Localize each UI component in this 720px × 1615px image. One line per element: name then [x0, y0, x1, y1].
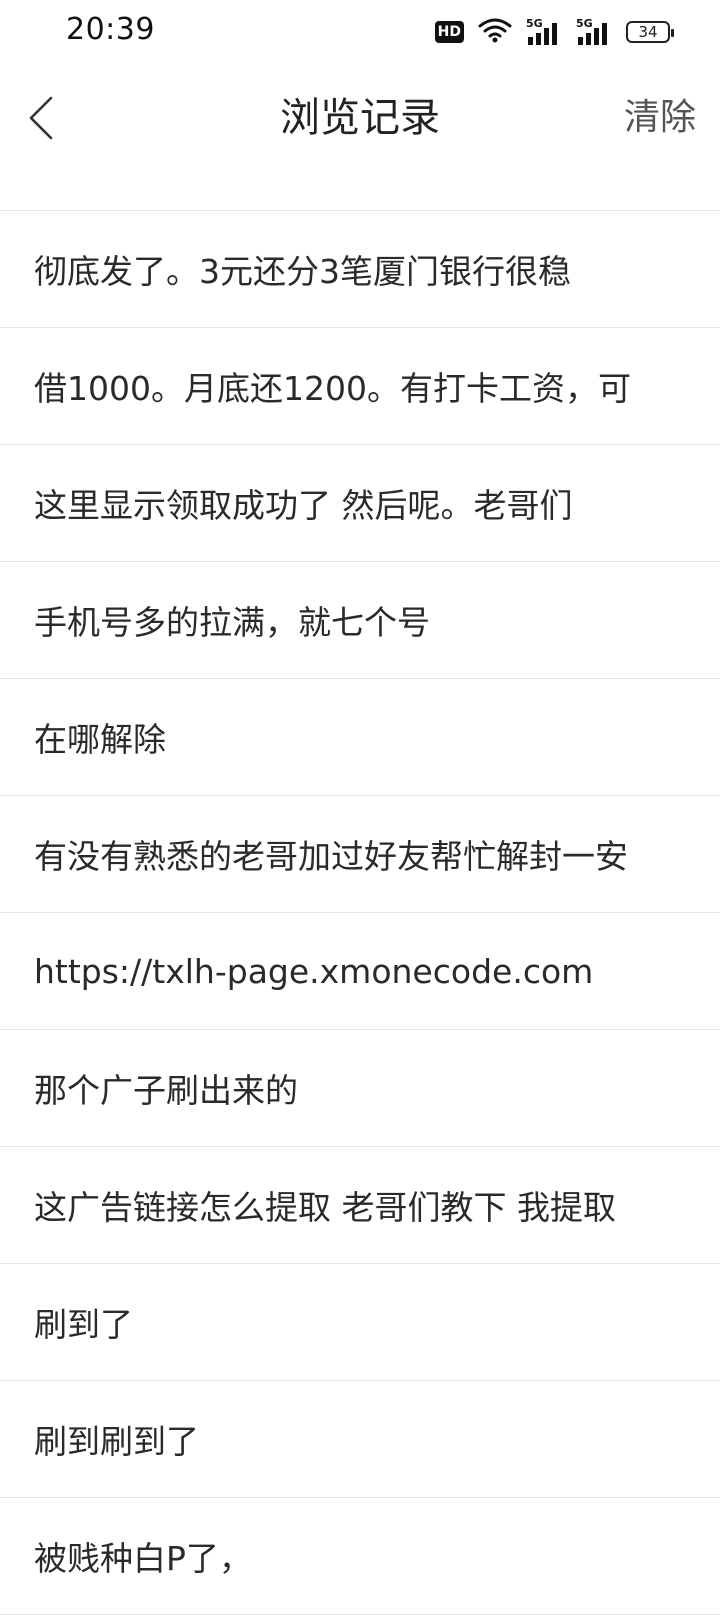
list-item[interactable]: 手机号多的拉满，就七个号	[0, 562, 720, 679]
list-item-text: 这广告链接怎么提取 老哥们教下 我提取	[34, 1188, 616, 1227]
list-item[interactable]: https://txlh-page.xmonecode.com	[0, 913, 720, 1030]
hd-voice-icon: HD	[434, 21, 464, 43]
list-item-text: 这里显示领取成功了 然后呢。老哥们	[34, 486, 573, 525]
list-item[interactable]: 那个广子刷出来的	[0, 1030, 720, 1147]
list-item[interactable]: 这广告链接怎么提取 老哥们教下 我提取	[0, 1147, 720, 1264]
list-item[interactable]: 这里显示领取成功了 然后呢。老哥们	[0, 445, 720, 562]
clear-button[interactable]: 清除	[624, 90, 696, 146]
list-item-text: 在哪解除	[34, 720, 166, 759]
list-item-text: 刷到了	[34, 1305, 133, 1344]
list-item-text: 彻底发了。3元还分3笔厦门银行很稳	[34, 252, 571, 291]
history-list: 彻底发了。3元还分3笔厦门银行很稳 借1000。月底还1200。有打卡工资，可 …	[0, 210, 720, 1615]
page-title: 浏览记录	[280, 95, 440, 141]
status-icons: HD 5G 5G 34	[434, 17, 674, 47]
signal-5g-icon-2: 5G	[576, 17, 612, 45]
battery-icon: 34	[626, 21, 674, 43]
list-item[interactable]: 刷到刷到了	[0, 1381, 720, 1498]
list-item[interactable]: 借1000。月底还1200。有打卡工资，可	[0, 328, 720, 445]
list-item-text: 手机号多的拉满，就七个号	[34, 603, 430, 642]
list-item-text: https://txlh-page.xmonecode.com	[34, 951, 594, 991]
status-time: 20:39	[66, 12, 155, 47]
list-item-text: 那个广子刷出来的	[34, 1071, 298, 1110]
list-item[interactable]: 在哪解除	[0, 679, 720, 796]
signal-5g-icon-1: 5G	[526, 17, 562, 45]
list-item-text: 刷到刷到了	[34, 1422, 199, 1461]
status-bar: 20:39 HD 5G 5G 34	[0, 0, 720, 64]
nav-bar: 浏览记录 清除	[0, 64, 720, 176]
list-item[interactable]: 有没有熟悉的老哥加过好友帮忙解封一安	[0, 796, 720, 913]
battery-level: 34	[638, 23, 658, 41]
wifi-icon	[478, 17, 512, 47]
list-item-text: 有没有熟悉的老哥加过好友帮忙解封一安	[34, 837, 628, 876]
list-item[interactable]: 刷到了	[0, 1264, 720, 1381]
list-item[interactable]: 被贱种白P了，	[0, 1498, 720, 1615]
list-item[interactable]: 彻底发了。3元还分3笔厦门银行很稳	[0, 211, 720, 328]
list-item-text: 被贱种白P了，	[34, 1539, 252, 1578]
list-item-text: 借1000。月底还1200。有打卡工资，可	[34, 369, 631, 408]
